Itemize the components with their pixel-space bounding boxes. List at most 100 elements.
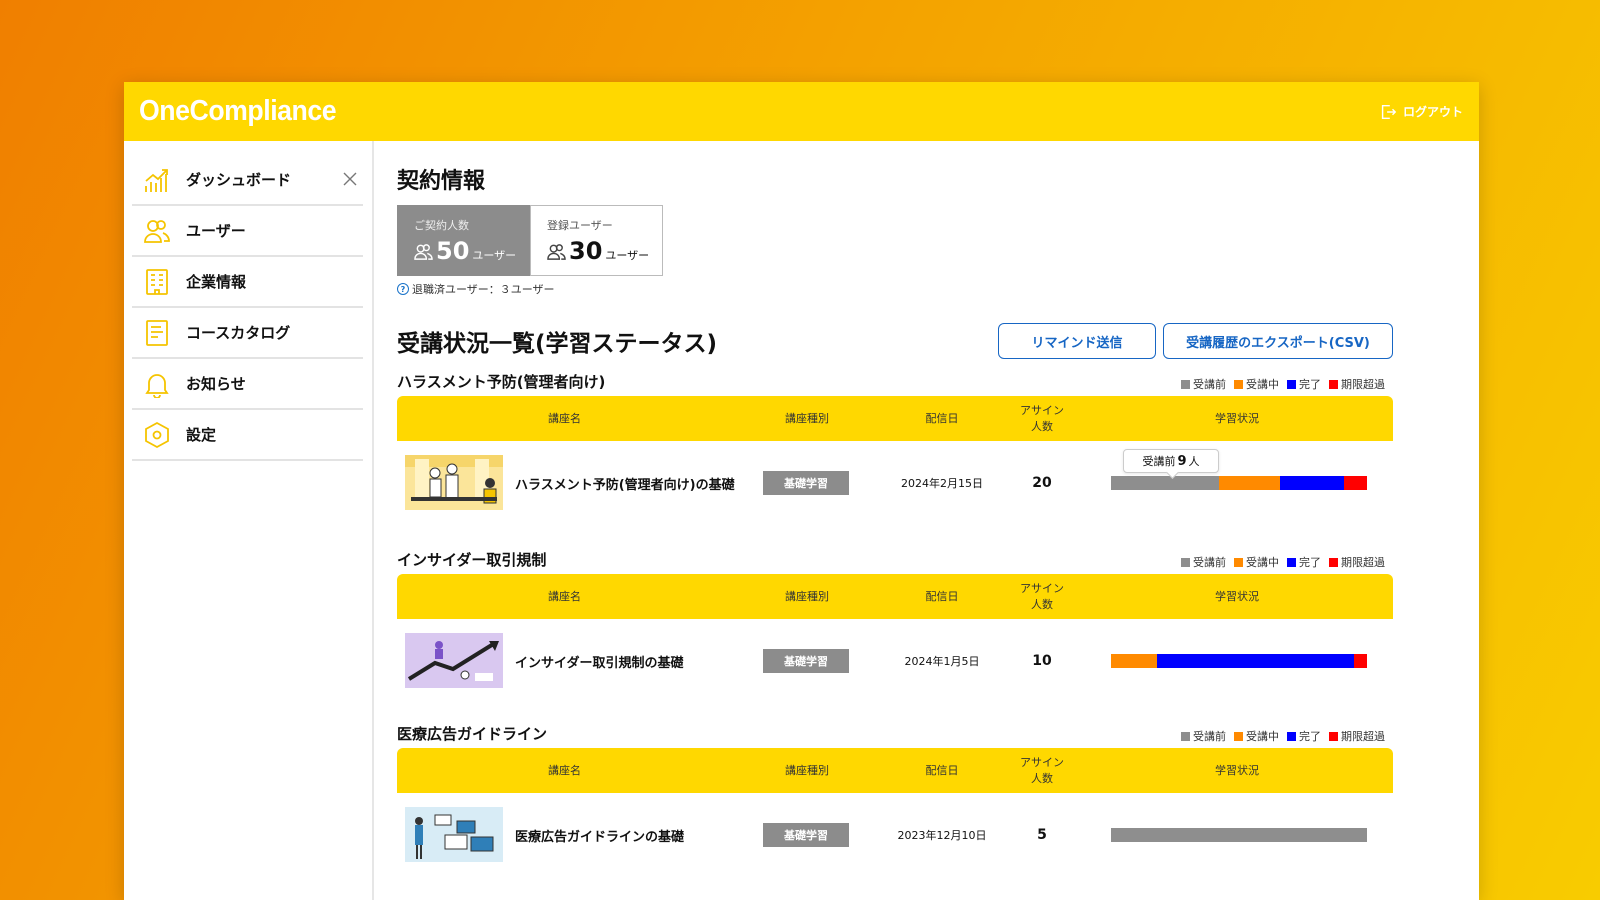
legend-item: 期限超過 bbox=[1329, 728, 1385, 744]
legend-item: 受講中 bbox=[1234, 728, 1279, 744]
legend-item: 受講中 bbox=[1234, 376, 1279, 392]
course-section-title: ハラスメント予防(管理者向け) bbox=[397, 373, 606, 391]
logout-label: ログアウト bbox=[1402, 105, 1463, 119]
progress-bar[interactable] bbox=[1111, 476, 1367, 490]
course-date: 2023年12月10日 bbox=[897, 829, 987, 842]
progress-segment-overdue[interactable] bbox=[1354, 654, 1367, 668]
table-row[interactable]: 医療広告ガイドラインの基礎 基礎学習 2023年12月10日 5 bbox=[397, 793, 1393, 877]
assign-count: 5 bbox=[1037, 827, 1047, 843]
sidebar-item-label: ダッシュボード bbox=[186, 171, 292, 189]
building-icon bbox=[142, 267, 172, 297]
registered-value: 30 bbox=[569, 237, 603, 265]
table-row[interactable]: ハラスメント予防(管理者向け)の基礎 基礎学習 2024年2月15日 20 受講… bbox=[397, 441, 1393, 525]
legend-swatch bbox=[1234, 557, 1243, 567]
legend-item: 完了 bbox=[1287, 376, 1321, 392]
legend-label: 受講中 bbox=[1246, 378, 1279, 391]
legend-label: 期限超過 bbox=[1341, 378, 1385, 391]
progress-segment-before[interactable] bbox=[1111, 476, 1219, 490]
header-course-type: 講座種別 bbox=[785, 411, 829, 425]
progress-segment-overdue[interactable] bbox=[1343, 476, 1367, 490]
app-window: OneCompliance ログアウト ダッシュボード ユーザー 企業情報 コー… bbox=[124, 82, 1479, 900]
logout-button[interactable]: ログアウト bbox=[1379, 103, 1463, 121]
legend-label: 受講中 bbox=[1246, 556, 1279, 569]
progress-segment-done[interactable] bbox=[1157, 654, 1355, 668]
legend-swatch bbox=[1329, 379, 1338, 389]
progress-bar[interactable] bbox=[1111, 828, 1367, 842]
progress-legend: 受講前 受講中 完了 期限超過 bbox=[1181, 376, 1393, 392]
users-icon bbox=[414, 243, 433, 260]
sidebar-item-users[interactable]: ユーザー bbox=[132, 206, 363, 257]
contracted-users-card: ご契約人数 50 ユーザー bbox=[397, 205, 530, 276]
legend-label: 受講前 bbox=[1193, 730, 1226, 743]
legend-label: 完了 bbox=[1299, 378, 1321, 391]
progress-legend: 受講前 受講中 完了 期限超過 bbox=[1181, 728, 1393, 744]
sidebar-item-label: 設定 bbox=[186, 426, 217, 444]
course-section-title: 医療広告ガイドライン bbox=[397, 725, 548, 743]
logout-icon bbox=[1381, 104, 1397, 119]
course-section: ハラスメント予防(管理者向け) 受講前 受講中 完了 期限超過 講座名 講座種別… bbox=[397, 368, 1393, 525]
course-name[interactable]: インサイダー取引規制の基礎 bbox=[515, 619, 683, 703]
close-icon[interactable] bbox=[342, 171, 358, 187]
tooltip-value: 9 bbox=[1177, 453, 1187, 469]
status-title: 受講状況一覧(学習ステータス) bbox=[397, 331, 718, 357]
progress-segment-done[interactable] bbox=[1279, 476, 1344, 490]
status-header: 受講状況一覧(学習ステータス) リマインド送信 受講履歴のエクスポート(CSV) bbox=[397, 323, 1393, 359]
sidebar-item-label: 企業情報 bbox=[186, 273, 247, 291]
course-name[interactable]: ハラスメント予防(管理者向け)の基礎 bbox=[515, 441, 735, 525]
legend-swatch bbox=[1329, 557, 1338, 567]
progress-segment-in-progress[interactable] bbox=[1111, 654, 1158, 668]
progress-bar[interactable] bbox=[1111, 654, 1367, 668]
legend-item: 受講中 bbox=[1234, 554, 1279, 570]
app-logo[interactable]: OneCompliance bbox=[139, 95, 337, 128]
chart-icon bbox=[142, 165, 172, 195]
course-section: 医療広告ガイドライン 受講前 受講中 完了 期限超過 講座名 講座種別 配信日 … bbox=[397, 720, 1393, 877]
table-row[interactable]: インサイダー取引規制の基礎 基礎学習 2024年1月5日 10 bbox=[397, 619, 1393, 703]
progress-legend: 受講前 受講中 完了 期限超過 bbox=[1181, 554, 1393, 570]
sidebar-item-company[interactable]: 企業情報 bbox=[132, 257, 363, 308]
legend-item: 受講前 bbox=[1181, 728, 1226, 744]
sidebar-item-settings[interactable]: 設定 bbox=[132, 410, 363, 461]
course-name[interactable]: 医療広告ガイドラインの基礎 bbox=[515, 793, 684, 877]
users-icon bbox=[547, 243, 566, 260]
sidebar-item-label: コースカタログ bbox=[186, 324, 291, 342]
sidebar-item-news[interactable]: お知らせ bbox=[132, 359, 363, 410]
remind-button[interactable]: リマインド送信 bbox=[998, 323, 1156, 359]
header-progress: 学習状況 bbox=[1215, 411, 1259, 425]
course-thumbnail bbox=[405, 807, 503, 862]
course-section: インサイダー取引規制 受講前 受講中 完了 期限超過 講座名 講座種別 配信日 … bbox=[397, 546, 1393, 703]
legend-swatch bbox=[1181, 731, 1190, 741]
course-thumbnail bbox=[405, 455, 503, 510]
course-type-badge: 基礎学習 bbox=[763, 649, 849, 673]
contracted-value: 50 bbox=[436, 237, 470, 265]
document-icon bbox=[142, 318, 172, 348]
course-date: 2024年1月5日 bbox=[904, 655, 980, 668]
legend-label: 期限超過 bbox=[1341, 556, 1385, 569]
contract-title: 契約情報 bbox=[397, 169, 486, 194]
sidebar-item-courses[interactable]: コースカタログ bbox=[132, 308, 363, 359]
header-course-type: 講座種別 bbox=[785, 763, 829, 777]
legend-item: 期限超過 bbox=[1329, 376, 1385, 392]
help-icon[interactable]: ? bbox=[397, 283, 409, 295]
settings-icon bbox=[142, 420, 172, 450]
legend-item: 期限超過 bbox=[1329, 554, 1385, 570]
header-progress: 学習状況 bbox=[1215, 589, 1259, 603]
sidebar-item-dashboard[interactable]: ダッシュボード bbox=[132, 155, 363, 206]
legend-swatch bbox=[1234, 379, 1243, 389]
course-section-title: インサイダー取引規制 bbox=[397, 551, 547, 569]
bell-icon bbox=[142, 369, 172, 399]
contracted-unit: ユーザー bbox=[472, 249, 517, 262]
sidebar-item-label: お知らせ bbox=[186, 375, 246, 393]
legend-swatch bbox=[1287, 557, 1296, 567]
contracted-label: ご契約人数 bbox=[414, 219, 469, 232]
table-header: 講座名 講座種別 配信日 アサイン 人数 学習状況 bbox=[397, 574, 1393, 619]
header-course-type: 講座種別 bbox=[785, 589, 829, 603]
progress-segment-before[interactable] bbox=[1111, 828, 1367, 842]
table-header: 講座名 講座種別 配信日 アサイン 人数 学習状況 bbox=[397, 748, 1393, 793]
legend-label: 期限超過 bbox=[1341, 730, 1385, 743]
export-csv-button[interactable]: 受講履歴のエクスポート(CSV) bbox=[1163, 323, 1393, 359]
progress-segment-in-progress[interactable] bbox=[1218, 476, 1280, 490]
legend-swatch bbox=[1287, 731, 1296, 741]
header-assign: アサイン 人数 bbox=[1020, 582, 1064, 611]
header-course-name: 講座名 bbox=[548, 589, 581, 603]
legend-swatch bbox=[1181, 379, 1190, 389]
